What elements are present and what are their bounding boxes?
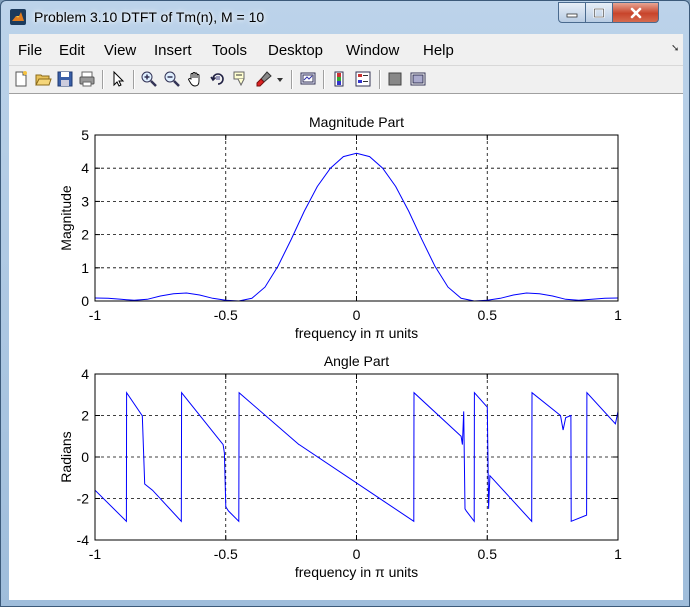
menu-file[interactable]: File xyxy=(18,42,42,59)
axes1-y-tick-label: 4 xyxy=(81,160,89,176)
axes2-x-tick-label: -1 xyxy=(89,546,102,562)
brush-icon[interactable] xyxy=(255,70,273,88)
title-bar[interactable]: Problem 3.10 DTFT of Tm(n), M = 10 xyxy=(1,1,689,34)
axes2-y-tick-label: 2 xyxy=(81,408,89,424)
menu-dock-arrow-icon[interactable]: ➘ xyxy=(671,43,679,54)
menu-view[interactable]: View xyxy=(104,42,136,59)
figure-canvas: -1 -0.5 0 0.5 1 0 1 2 3 4 5 Magnitude Part frequency… xyxy=(9,94,683,600)
colorbar-icon[interactable] xyxy=(331,70,349,88)
figure-toolbar xyxy=(9,65,683,94)
axes2: -1 -0.5 0 0.5 1 -4 -2 0 2 4 Angle Part frequency in… xyxy=(58,353,622,580)
menu-desktop[interactable]: Desktop xyxy=(268,42,323,59)
toolbar-separator xyxy=(379,70,381,89)
data-cursor-icon[interactable] xyxy=(232,70,250,88)
axes1-y-tick-label: 0 xyxy=(81,293,89,309)
toolbar-separator xyxy=(102,70,104,89)
hide-plot-tools-icon[interactable] xyxy=(386,70,404,88)
save-icon[interactable] xyxy=(56,70,74,88)
axes2-title: Angle Part xyxy=(324,353,389,369)
toolbar-separator xyxy=(323,70,325,89)
axes2-x-label: frequency in π units xyxy=(295,564,418,580)
axes1-y-tick-label: 2 xyxy=(81,227,89,243)
axes1-x-tick-label: 0.5 xyxy=(478,307,498,323)
maximize-icon xyxy=(593,7,605,18)
figure-window: Problem 3.10 DTFT of Tm(n), M = 10 File … xyxy=(0,0,690,607)
axes1-y-label: Magnitude xyxy=(58,185,74,251)
legend-icon[interactable] xyxy=(354,70,372,88)
axes2-y-tick-label: 0 xyxy=(81,449,89,465)
menu-window[interactable]: Window xyxy=(346,42,399,59)
menu-help[interactable]: Help xyxy=(423,42,454,59)
pan-hand-icon[interactable] xyxy=(186,70,204,88)
print-icon[interactable] xyxy=(78,70,96,88)
axes1: -1 -0.5 0 0.5 1 0 1 2 3 4 5 Magnitude Part frequency… xyxy=(58,114,622,341)
axes1-y-tick-label: 3 xyxy=(81,193,89,209)
axes1-x-tick-label: 0 xyxy=(353,307,361,323)
new-figure-icon[interactable] xyxy=(12,70,30,88)
axes1-x-tick-label: 1 xyxy=(614,307,622,323)
axes1-x-label: frequency in π units xyxy=(295,325,418,341)
axes2-x-tick-label: 0 xyxy=(353,546,361,562)
zoom-out-icon[interactable] xyxy=(163,70,181,88)
axes2-y-label: Radians xyxy=(58,431,74,482)
toolbar-separator xyxy=(133,70,135,89)
open-file-icon[interactable] xyxy=(34,70,52,88)
matlab-app-icon[interactable] xyxy=(10,9,26,25)
minimize-button[interactable] xyxy=(558,2,586,23)
menu-tools[interactable]: Tools xyxy=(212,42,247,59)
axes1-x-tick-label: -1 xyxy=(89,307,102,323)
close-button[interactable] xyxy=(612,2,659,23)
axes2-y-tick-label: -2 xyxy=(77,491,90,507)
axes2-y-tick-label: -4 xyxy=(77,532,90,548)
minimize-icon xyxy=(566,13,578,17)
brush-dropdown-icon[interactable] xyxy=(275,70,285,88)
show-plot-tools-icon[interactable] xyxy=(409,70,427,88)
close-icon xyxy=(630,7,641,18)
maximize-button[interactable] xyxy=(585,2,613,23)
menu-edit[interactable]: Edit xyxy=(59,42,85,59)
plot-canvas: -1 -0.5 0 0.5 1 0 1 2 3 4 5 Magnitude Part frequency… xyxy=(58,114,622,580)
axes1-x-tick-label: -0.5 xyxy=(214,307,238,323)
rotate-3d-icon[interactable] xyxy=(209,70,227,88)
axes2-x-tick-label: -0.5 xyxy=(214,546,238,562)
axes2-x-tick-label: 0.5 xyxy=(478,546,498,562)
link-plot-icon[interactable] xyxy=(299,70,317,88)
axes1-y-tick-label: 5 xyxy=(81,127,89,143)
axes1-y-tick-label: 1 xyxy=(81,260,89,276)
menu-bar: File Edit View Insert Tools Desktop Wind… xyxy=(9,34,683,65)
zoom-in-icon[interactable] xyxy=(140,70,158,88)
axes2-x-tick-label: 1 xyxy=(614,546,622,562)
toolbar-separator xyxy=(291,70,293,89)
axes2-y-tick-label: 4 xyxy=(81,366,89,382)
edit-plot-arrow-icon[interactable] xyxy=(109,70,127,88)
axes1-title: Magnitude Part xyxy=(309,114,404,130)
window-title: Problem 3.10 DTFT of Tm(n), M = 10 xyxy=(34,9,265,25)
menu-insert[interactable]: Insert xyxy=(154,42,192,59)
